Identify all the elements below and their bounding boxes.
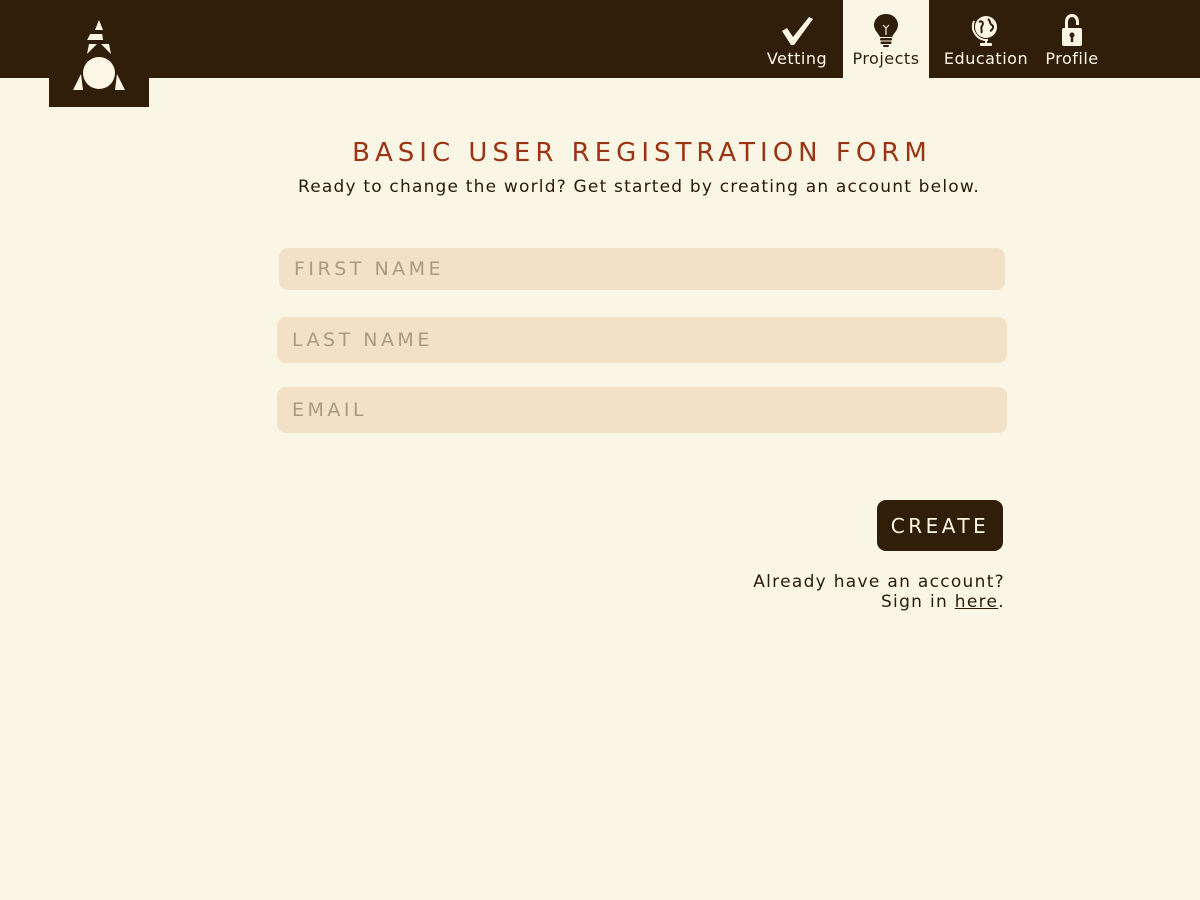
email-field[interactable] [277,387,1007,433]
signin-line: Sign in here. [600,592,1005,612]
signin-link[interactable]: here [955,592,999,612]
nav-label-projects: Projects [852,49,920,68]
globe-icon [972,16,997,46]
nav-label-profile: Profile [1045,49,1099,68]
lock-icon [1062,14,1082,46]
signin-prefix: Sign in [880,592,955,612]
signin-suffix: . [998,592,1005,612]
nav-item-projects[interactable]: Projects [843,0,929,78]
logo[interactable] [49,0,149,107]
page-title: BASIC USER REGISTRATION FORM [352,138,932,168]
create-button[interactable]: CREATE [877,500,1003,551]
last-name-field[interactable] [277,317,1007,363]
nav-item-education[interactable]: Education [940,0,1032,78]
triangle-circle-logo-icon [73,20,125,90]
nav-label-vetting: Vetting [766,49,828,68]
nav-item-vetting[interactable]: Vetting [754,0,840,78]
signin-prompt: Already have an account? Sign in here. [600,572,1005,612]
page-subtitle: Ready to change the world? Get started b… [297,177,980,197]
lightbulb-icon [874,14,898,47]
first-name-field[interactable] [279,248,1005,290]
nav-item-profile[interactable]: Profile [1036,0,1108,78]
nav-label-education: Education [943,49,1029,68]
checkmark-icon [782,17,813,45]
signin-question: Already have an account? [753,572,1005,592]
